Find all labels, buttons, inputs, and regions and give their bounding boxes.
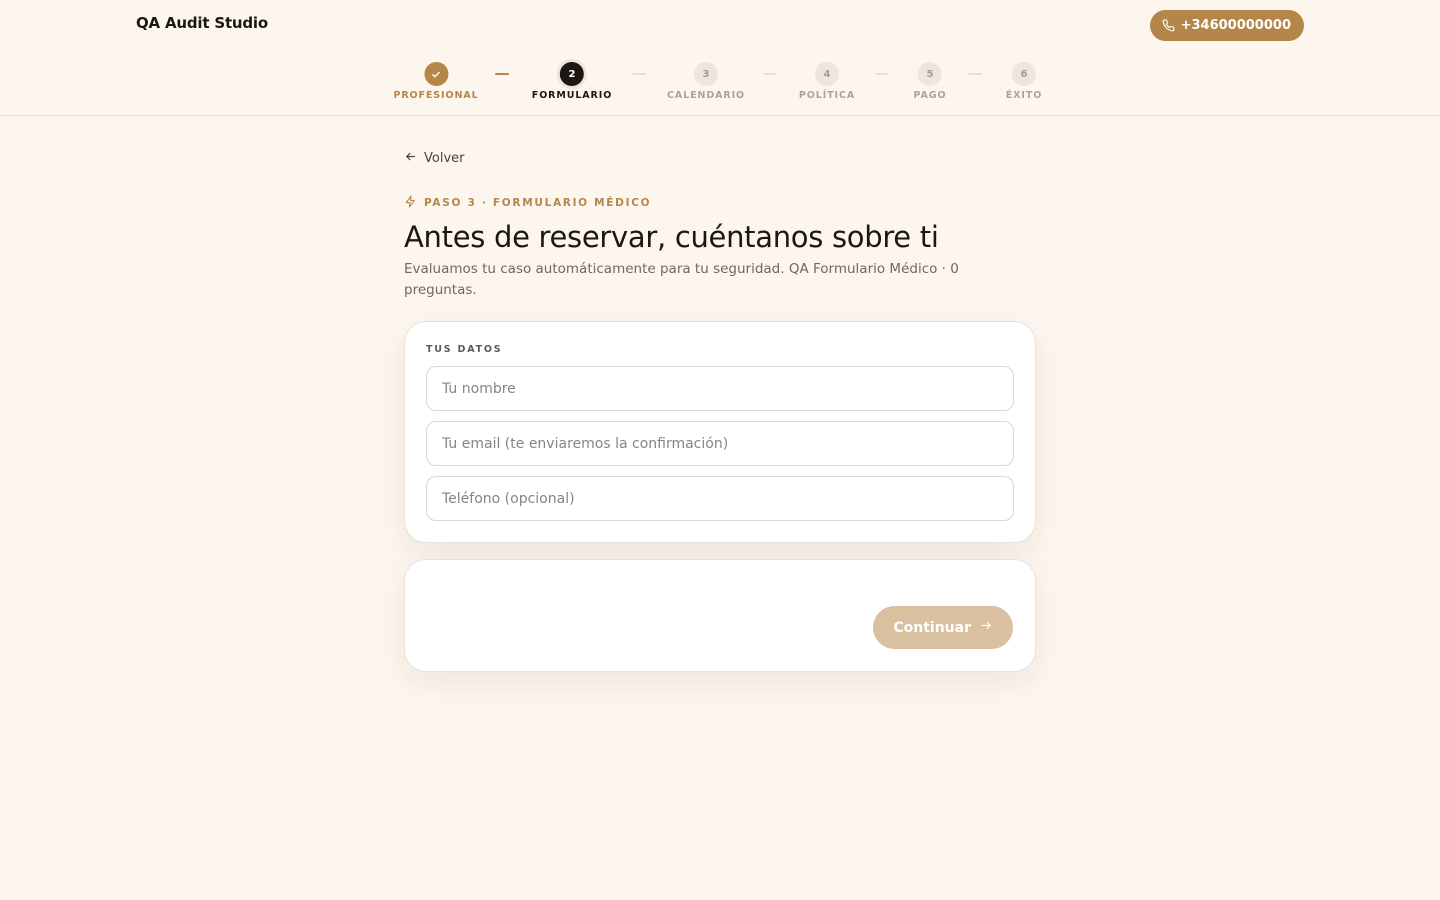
personal-data-card: TUS DATOS (404, 321, 1036, 543)
step-number: 4 (814, 62, 839, 86)
arrow-right-icon (980, 619, 993, 636)
section-label: TUS DATOS (426, 344, 503, 355)
phone-input[interactable] (426, 476, 1014, 521)
back-link[interactable]: Volver (404, 150, 465, 167)
step-eyebrow: PASO 3 · FORMULARIO MÉDICO (404, 195, 651, 211)
step-connector (875, 73, 889, 75)
back-label: Volver (424, 151, 465, 166)
eyebrow-text: PASO 3 · FORMULARIO MÉDICO (424, 197, 652, 209)
step-number: 6 (1012, 62, 1036, 86)
lightning-icon (404, 195, 417, 211)
step-connector (495, 73, 509, 75)
brand-name[interactable]: QA Audit Studio (136, 14, 268, 32)
phone-number: +34600000000 (1180, 18, 1291, 33)
step-check-icon (423, 62, 448, 86)
step-profesional[interactable]: PROFESIONAL (393, 62, 478, 101)
phone-button[interactable]: +34600000000 (1149, 10, 1304, 41)
step-label: FORMULARIO (531, 90, 613, 101)
step-politica: 4 POLÍTICA (799, 62, 855, 101)
step-label: PROFESIONAL (393, 90, 479, 101)
step-connector (763, 73, 777, 75)
continue-button[interactable]: Continuar (873, 606, 1013, 649)
step-label: ÉXITO (1005, 90, 1043, 101)
step-label: CALENDARIO (667, 90, 745, 101)
step-number: 3 (693, 62, 718, 86)
arrow-left-icon (404, 150, 417, 167)
continue-label: Continuar (893, 619, 971, 636)
progress-stepper: PROFESIONAL 2 FORMULARIO 3 CALENDARIO 4 … (0, 62, 1440, 106)
actions-card: Continuar (404, 559, 1036, 672)
step-number: 5 (917, 62, 942, 86)
step-exito: 6 ÉXITO (1006, 62, 1042, 101)
step-connector (632, 73, 646, 75)
step-label: POLÍTICA (798, 90, 856, 101)
step-label: PAGO (913, 90, 947, 101)
step-pago: 5 PAGO (914, 62, 947, 101)
email-input[interactable] (426, 421, 1014, 466)
phone-icon (1162, 19, 1175, 32)
step-formulario[interactable]: 2 FORMULARIO (532, 62, 612, 101)
name-input[interactable] (426, 366, 1014, 411)
page-subtitle: Evaluamos tu caso automáticamente para t… (404, 261, 959, 298)
step-calendario: 3 CALENDARIO (667, 62, 745, 101)
step-connector (968, 73, 982, 75)
top-header: QA Audit Studio +34600000000 PROFESIONAL… (0, 0, 1440, 116)
step-number: 2 (559, 62, 584, 86)
page-title: Antes de reservar, cuéntanos sobre ti (404, 220, 939, 254)
